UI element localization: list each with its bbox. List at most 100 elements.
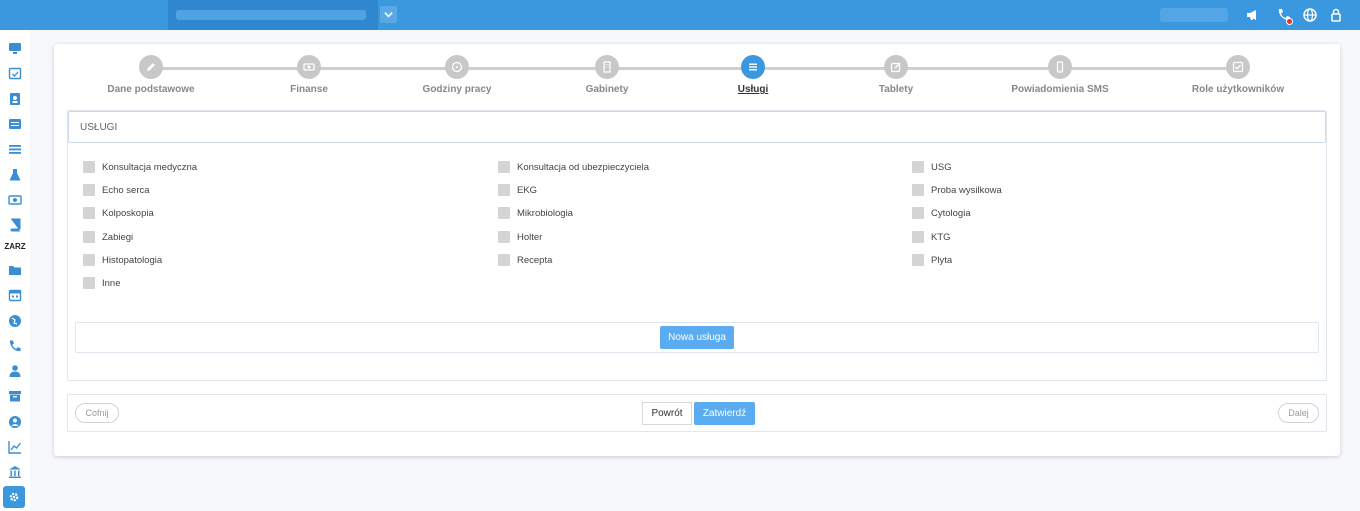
- flask-icon[interactable]: [7, 167, 23, 183]
- sidebar-section-label: ZARZ: [4, 242, 26, 251]
- top-bar: [0, 0, 1360, 30]
- confirm-button[interactable]: Zatwierdź: [694, 402, 755, 425]
- step-label-gabinety[interactable]: Gabinety: [527, 84, 687, 95]
- archive-icon[interactable]: [7, 388, 23, 404]
- service-checkbox[interactable]: Plyta: [912, 254, 952, 266]
- checkbox[interactable]: [83, 231, 95, 243]
- checkbox[interactable]: [83, 161, 95, 173]
- service-checkbox[interactable]: Kolposkopia: [83, 207, 154, 219]
- service-label: Echo serca: [102, 184, 150, 196]
- step-finanse[interactable]: [297, 55, 321, 79]
- service-label: Mikrobiologia: [517, 207, 573, 219]
- step-label-finanse[interactable]: Finanse: [229, 84, 389, 95]
- money-icon: [303, 63, 315, 71]
- step-label-tablety[interactable]: Tablety: [816, 84, 976, 95]
- step-gabinety[interactable]: [595, 55, 619, 79]
- services-panel-header: USŁUGI: [68, 111, 1326, 143]
- service-label: Holter: [517, 231, 543, 243]
- service-checkbox[interactable]: Konsultacja od ubezpieczyciela: [498, 161, 649, 173]
- checkbox[interactable]: [498, 254, 510, 266]
- checkbox[interactable]: [912, 207, 924, 219]
- service-label: USG: [931, 161, 952, 173]
- service-label: Histopatologia: [102, 254, 163, 266]
- calendar-check-icon[interactable]: [7, 65, 23, 81]
- service-checkbox[interactable]: KTG: [912, 231, 951, 243]
- service-label: Cytologia: [931, 207, 971, 219]
- service-checkbox[interactable]: Holter: [498, 231, 542, 243]
- checkbox[interactable]: [83, 184, 95, 196]
- step-label-godziny-pracy[interactable]: Godziny pracy: [377, 84, 537, 95]
- new-service-button[interactable]: Nowa usługa: [660, 326, 734, 349]
- bars-icon[interactable]: [7, 141, 23, 157]
- organization-name-redacted: [176, 10, 366, 20]
- service-checkbox[interactable]: Echo serca: [83, 184, 150, 196]
- phone-icon[interactable]: [7, 338, 23, 354]
- services-panel-title: USŁUGI: [80, 122, 118, 133]
- checkbox[interactable]: [912, 184, 924, 196]
- service-checkbox[interactable]: Zabiegi: [83, 231, 133, 243]
- desktop-icon[interactable]: [7, 40, 23, 56]
- checkbox[interactable]: [83, 254, 95, 266]
- service-checkbox[interactable]: Recepta: [498, 254, 552, 266]
- step-label-role-uzytkownikow[interactable]: Role użytkowników: [1158, 84, 1318, 95]
- step-powiadomienia-sms[interactable]: [1048, 55, 1072, 79]
- gear-icon[interactable]: [3, 486, 25, 508]
- mobile-icon: [1056, 61, 1064, 73]
- step-uslugi[interactable]: [741, 55, 765, 79]
- service-checkbox[interactable]: Cytologia: [912, 207, 971, 219]
- calendar-icon[interactable]: [7, 287, 23, 303]
- step-role-uzytkownikow[interactable]: [1226, 55, 1250, 79]
- step-godziny-pracy[interactable]: [445, 55, 469, 79]
- checkbox[interactable]: [912, 231, 924, 243]
- globe-icon[interactable]: [7, 313, 23, 329]
- step-label-uslugi[interactable]: Usługi: [673, 84, 833, 95]
- checkbox[interactable]: [912, 161, 924, 173]
- back-button[interactable]: Cofnij: [75, 403, 119, 423]
- service-label: Recepta: [517, 254, 553, 266]
- service-checkbox[interactable]: Mikrobiologia: [498, 207, 573, 219]
- sidebar: ZARZ: [0, 30, 30, 511]
- service-label: Inne: [102, 277, 121, 289]
- checkbox[interactable]: [912, 254, 924, 266]
- bank-icon[interactable]: [7, 464, 23, 480]
- book-icon[interactable]: [7, 217, 23, 233]
- lock-icon[interactable]: [1328, 7, 1344, 23]
- pencil-icon: [147, 63, 155, 71]
- next-button[interactable]: Dalej: [1278, 403, 1319, 423]
- step-dane-podstawowe[interactable]: [139, 55, 163, 79]
- address-card-icon[interactable]: [7, 91, 23, 107]
- service-checkbox[interactable]: EKG: [498, 184, 537, 196]
- service-checkbox[interactable]: Histopatologia: [83, 254, 162, 266]
- checkbox[interactable]: [498, 207, 510, 219]
- checkbox[interactable]: [498, 184, 510, 196]
- step-tablety[interactable]: [884, 55, 908, 79]
- clock-icon: [451, 61, 463, 73]
- checkbox[interactable]: [498, 231, 510, 243]
- user-circle-icon[interactable]: [7, 414, 23, 430]
- service-label: Zabiegi: [102, 231, 134, 243]
- service-checkbox[interactable]: USG: [912, 161, 952, 173]
- notification-dot: [1286, 18, 1293, 25]
- chart-line-icon[interactable]: [7, 439, 23, 455]
- service-checkbox[interactable]: Inne: [83, 277, 121, 289]
- logo-area: [0, 0, 168, 30]
- service-label: Plyta: [931, 254, 953, 266]
- checkbox[interactable]: [83, 207, 95, 219]
- step-label-powiadomienia-sms[interactable]: Powiadomienia SMS: [980, 84, 1140, 95]
- organization-select[interactable]: [168, 0, 378, 30]
- service-checkbox[interactable]: Proba wysilkowa: [912, 184, 1002, 196]
- list-alt-icon[interactable]: [7, 116, 23, 132]
- step-label-dane-podstawowe[interactable]: Dane podstawowe: [71, 84, 231, 95]
- chevron-down-icon[interactable]: [380, 6, 397, 23]
- megaphone-icon[interactable]: [1245, 7, 1261, 23]
- service-label: Konsultacja od ubezpieczyciela: [517, 161, 650, 173]
- checkbox[interactable]: [83, 277, 95, 289]
- money-icon[interactable]: [7, 192, 23, 208]
- globe-icon[interactable]: [1302, 7, 1318, 23]
- checkbox[interactable]: [498, 161, 510, 173]
- return-button[interactable]: Powrót: [642, 402, 692, 425]
- folder-icon[interactable]: [7, 262, 23, 278]
- service-checkbox[interactable]: Konsultacja medyczna: [83, 161, 197, 173]
- user-md-icon[interactable]: [7, 363, 23, 379]
- user-name-redacted[interactable]: [1160, 8, 1228, 22]
